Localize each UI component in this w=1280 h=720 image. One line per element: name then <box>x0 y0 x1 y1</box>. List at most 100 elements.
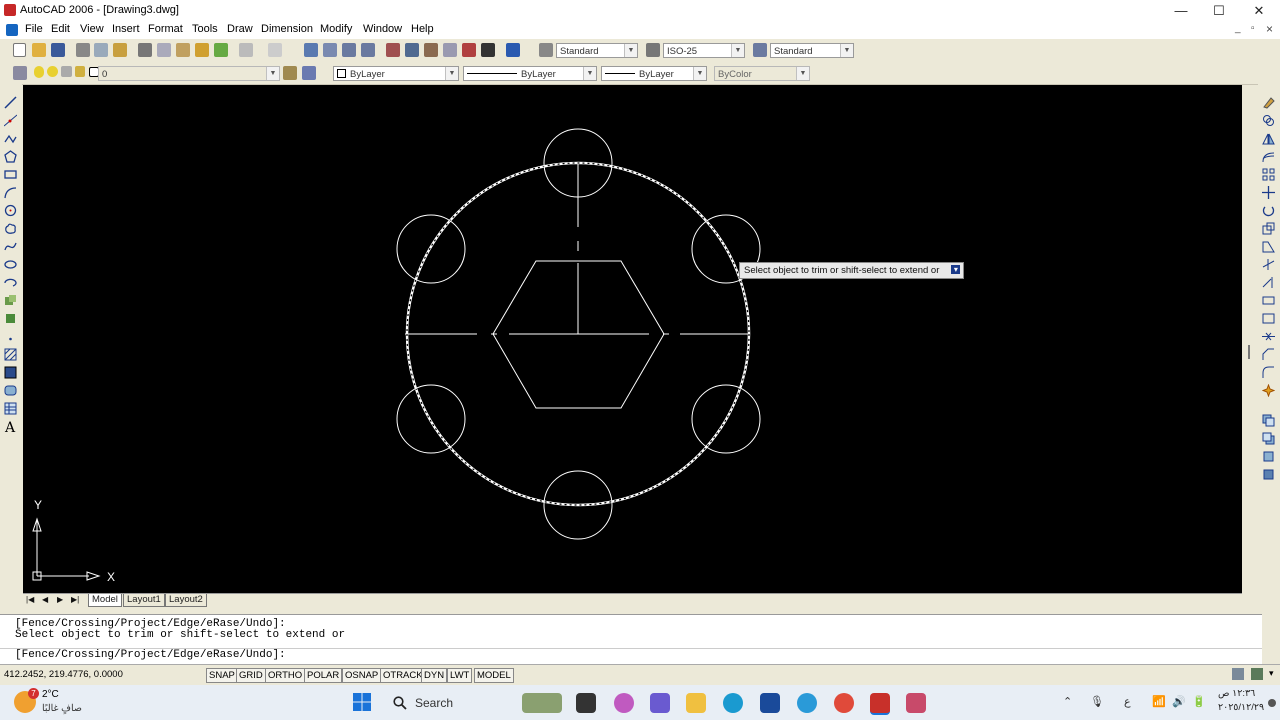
coordinates-readout[interactable]: 412.2452, 219.4776, 0.0000 <box>4 669 123 680</box>
snap-toggle[interactable]: SNAP <box>206 668 238 683</box>
status-menu-arrow-icon[interactable]: ▾ <box>1269 668 1274 679</box>
microsoft-store-icon[interactable] <box>760 693 780 713</box>
clock-time[interactable]: ١٢:٣٦ ص <box>1218 688 1255 699</box>
text-style-icon[interactable] <box>539 43 553 57</box>
document-icon[interactable] <box>6 24 18 36</box>
break-icon[interactable] <box>1262 312 1275 325</box>
erase-icon[interactable] <box>1262 96 1275 109</box>
text-style-select[interactable]: Standard ▼ <box>556 43 638 58</box>
menu-view[interactable]: View <box>80 23 104 35</box>
insert-block-icon[interactable] <box>4 294 17 307</box>
plot-style-select[interactable]: ByColor ▼ <box>714 66 810 81</box>
copy-icon[interactable] <box>157 43 171 57</box>
mirror-icon[interactable] <box>1262 132 1275 145</box>
layer-manager-icon[interactable] <box>13 66 27 80</box>
minimize-button[interactable]: — <box>1162 0 1200 21</box>
command-window[interactable]: [Fence/Crossing/Project/Edge/eRase/Undo]… <box>0 614 1262 665</box>
menu-edit[interactable]: Edit <box>51 23 70 35</box>
close-button[interactable]: ✕ <box>1240 0 1278 21</box>
color-control-select[interactable]: ByLayer ▼ <box>333 66 459 81</box>
point-icon[interactable] <box>4 330 17 343</box>
polyline-icon[interactable] <box>4 132 17 145</box>
publish-icon[interactable] <box>113 43 127 57</box>
offset-icon[interactable] <box>1262 150 1275 163</box>
options-arrow-icon[interactable]: ▾ <box>951 265 961 274</box>
lwt-toggle[interactable]: LWT <box>447 668 473 683</box>
construction-line-icon[interactable] <box>4 114 17 127</box>
open-icon[interactable] <box>32 43 46 57</box>
doc-minimize-button[interactable]: _ <box>1235 23 1241 34</box>
vertical-scrollbar[interactable] <box>1242 85 1256 593</box>
layer-select[interactable]: 0 ▼ <box>98 66 280 81</box>
table-style-select[interactable]: Standard ▼ <box>770 43 854 58</box>
break-at-point-icon[interactable] <box>1262 294 1275 307</box>
menu-insert[interactable]: Insert <box>112 23 140 35</box>
show-hidden-icons-icon[interactable]: ⌃ <box>1063 695 1072 708</box>
menu-tools[interactable]: Tools <box>192 23 218 35</box>
osnap-toggle[interactable]: OSNAP <box>342 668 382 683</box>
tab-layout2[interactable]: Layout2 <box>165 594 207 607</box>
stretch-icon[interactable] <box>1262 240 1275 253</box>
dyn-toggle[interactable]: DYN <box>421 668 448 683</box>
taskbar-widget-icon[interactable] <box>522 693 562 713</box>
next-tab-icon[interactable]: ▶ <box>57 595 63 604</box>
gradient-icon[interactable] <box>4 366 17 379</box>
extend-icon[interactable] <box>1262 276 1275 289</box>
lock-toolbars-icon[interactable] <box>1251 668 1263 680</box>
doc-restore-button[interactable]: ▫ <box>1251 23 1255 34</box>
menu-help[interactable]: Help <box>411 23 434 35</box>
copy-object-icon[interactable] <box>1262 114 1275 127</box>
region-icon[interactable] <box>4 384 17 397</box>
taskbar-search[interactable]: Search <box>385 691 505 715</box>
linetype-control-select[interactable]: ByLayer ▼ <box>463 66 597 81</box>
drawing-area[interactable]: Y X Select object to trim or shift-selec… <box>23 85 1242 593</box>
circle-icon[interactable] <box>4 204 17 217</box>
scale-icon[interactable] <box>1262 222 1275 235</box>
move-icon[interactable] <box>1262 186 1275 199</box>
revision-cloud-icon[interactable] <box>4 222 17 235</box>
tab-layout1[interactable]: Layout1 <box>123 594 165 607</box>
volume-icon[interactable]: 🔊 <box>1172 695 1186 708</box>
ellipse-icon[interactable] <box>4 258 17 271</box>
spline-icon[interactable] <box>4 240 17 253</box>
trim-icon[interactable] <box>1262 258 1275 271</box>
pan-icon[interactable] <box>304 43 318 57</box>
scroll-thumb[interactable] <box>1248 345 1250 359</box>
battery-icon[interactable]: 🔋 <box>1192 695 1206 708</box>
bring-above-icon[interactable] <box>1262 450 1275 463</box>
join-icon[interactable] <box>1262 330 1275 343</box>
last-tab-icon[interactable]: ▶| <box>71 595 79 604</box>
previous-tab-icon[interactable]: ◀ <box>42 595 48 604</box>
zoom-realtime-icon[interactable] <box>323 43 337 57</box>
paste-icon[interactable] <box>176 43 190 57</box>
dim-style-icon[interactable] <box>646 43 660 57</box>
print-icon[interactable] <box>76 43 90 57</box>
copilot-icon[interactable] <box>614 693 634 713</box>
tab-model[interactable]: Model <box>88 594 122 607</box>
drawing-canvas[interactable]: Y X <box>23 85 1242 593</box>
redo-icon[interactable] <box>268 43 282 57</box>
hatch-icon[interactable] <box>4 348 17 361</box>
table-icon[interactable] <box>4 402 17 415</box>
maximize-button[interactable]: ☐ <box>1200 0 1238 21</box>
lineweight-control-select[interactable]: ByLayer ▼ <box>601 66 707 81</box>
match-properties-icon[interactable] <box>195 43 209 57</box>
send-to-back-icon[interactable] <box>1262 432 1275 445</box>
markup-icon[interactable] <box>462 43 476 57</box>
autocad-taskbar-icon[interactable] <box>870 693 890 715</box>
layer-lock-icon[interactable] <box>75 66 85 77</box>
sheet-set-icon[interactable] <box>443 43 457 57</box>
communication-center-icon[interactable] <box>1232 668 1244 680</box>
microphone-icon[interactable]: 🎙 <box>1090 695 1104 708</box>
teams-icon[interactable] <box>650 693 670 713</box>
first-tab-icon[interactable]: |◀ <box>26 595 34 604</box>
bring-to-front-icon[interactable] <box>1262 414 1275 427</box>
ortho-toggle[interactable]: ORTHO <box>265 668 306 683</box>
multiline-text-icon[interactable]: A <box>5 421 18 435</box>
calculator-icon[interactable] <box>481 43 495 57</box>
layer-on-bulb-icon[interactable] <box>34 66 44 78</box>
task-view-icon[interactable] <box>576 693 596 713</box>
fillet-icon[interactable] <box>1262 366 1275 379</box>
polygon-icon[interactable] <box>4 150 17 163</box>
layer-thaw-sun-icon[interactable] <box>47 66 58 77</box>
